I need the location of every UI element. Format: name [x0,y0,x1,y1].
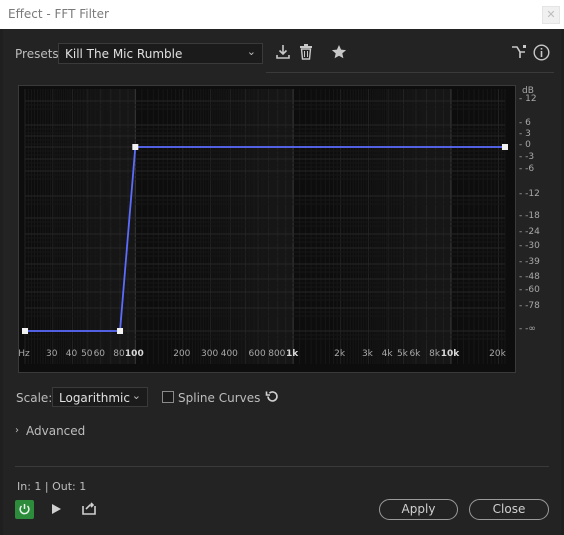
curve-handle [502,144,508,150]
window-title: Effect - FFT Filter [8,7,109,21]
y-tick-label: - -60 [519,285,540,295]
chevron-down-icon: ⌄ [246,45,256,58]
x-tick-label: 2k [334,349,346,359]
y-tick-label: - -78 [519,301,540,311]
x-tick-label: 3k [361,349,373,359]
chevron-right-icon[interactable]: › [15,425,19,436]
x-tick-label: 8k [429,349,441,359]
x-tick-label: 600 [248,349,266,359]
presets-value: Kill The Mic Rumble [65,47,183,61]
scale-dropdown[interactable]: Logarithmic ⌄ [52,387,148,407]
x-tick-label: 5k [396,349,408,359]
curve-handle [117,328,124,334]
y-tick-label: - -18 [519,211,540,221]
x-tick-label: 1k [286,349,299,359]
y-tick-label: - 3 [519,129,531,139]
close-button[interactable]: Close [469,499,549,520]
delete-preset-icon[interactable] [299,44,313,63]
spline-curves-label: Spline Curves [178,391,261,405]
power-toggle-button[interactable] [15,500,34,519]
effect-panel: Presets: Kill The Mic Rumble ⌄ dB Hz - 1… [3,29,561,535]
presets-dropdown[interactable]: Kill The Mic Rumble ⌄ [58,43,263,64]
footer-divider [15,466,549,467]
scale-value: Logarithmic [59,391,130,405]
x-tick-label: 50 [81,349,93,359]
title-bar: Effect - FFT Filter ✕ [0,0,564,29]
loop-icon[interactable] [81,501,97,519]
x-tick-label: 20k [489,349,506,359]
x-tick-label: 400 [220,349,238,359]
y-tick-label: - -3 [519,152,535,162]
advanced-toggle[interactable]: Advanced [26,424,85,438]
curve-handle [132,144,139,150]
chevron-down-icon: ⌄ [131,389,141,402]
io-status: In: 1 | Out: 1 [17,480,87,493]
y-tick-label: - -∞ [519,324,536,334]
curve-handle [22,328,28,334]
y-tick-label: - -39 [519,257,540,267]
scale-label: Scale: [16,391,53,405]
graph-canvas[interactable] [19,86,515,372]
y-tick-label: - 6 [519,118,531,128]
spline-curves-checkbox[interactable] [162,391,174,403]
y-tick-label: - -12 [519,189,540,199]
y-tick-label: - -24 [519,227,540,237]
header-divider [266,72,554,73]
y-tick-label: - 12 [519,94,537,104]
x-unit-label: Hz [18,349,30,359]
favorite-star-icon[interactable] [331,44,347,63]
x-tick-label: 100 [124,349,144,359]
x-tick-label: 6k [409,349,421,359]
apply-button[interactable]: Apply [379,499,458,520]
frequency-graph[interactable] [18,85,516,373]
x-tick-label: 4k [381,349,393,359]
x-tick-label: 10k [440,349,460,359]
presets-label: Presets: [15,47,63,61]
y-tick-label: - -6 [519,164,535,174]
save-preset-icon[interactable] [275,44,291,63]
x-tick-label: 300 [201,349,219,359]
window-close-button[interactable]: ✕ [542,6,560,24]
y-tick-label: - -30 [519,241,540,251]
x-tick-label: 80 [113,349,125,359]
x-tick-label: 60 [93,349,106,359]
x-tick-label: 200 [173,349,191,359]
routing-icon[interactable] [511,45,527,62]
x-tick-label: 40 [65,349,78,359]
power-icon [19,504,30,515]
x-tick-label: 800 [268,349,286,359]
y-tick-label: - -48 [519,272,540,282]
y-tick-label: - 0 [519,140,531,150]
reset-icon[interactable] [265,389,280,407]
play-icon[interactable] [50,503,62,518]
x-tick-label: 30 [46,349,58,359]
info-icon[interactable] [533,44,550,64]
